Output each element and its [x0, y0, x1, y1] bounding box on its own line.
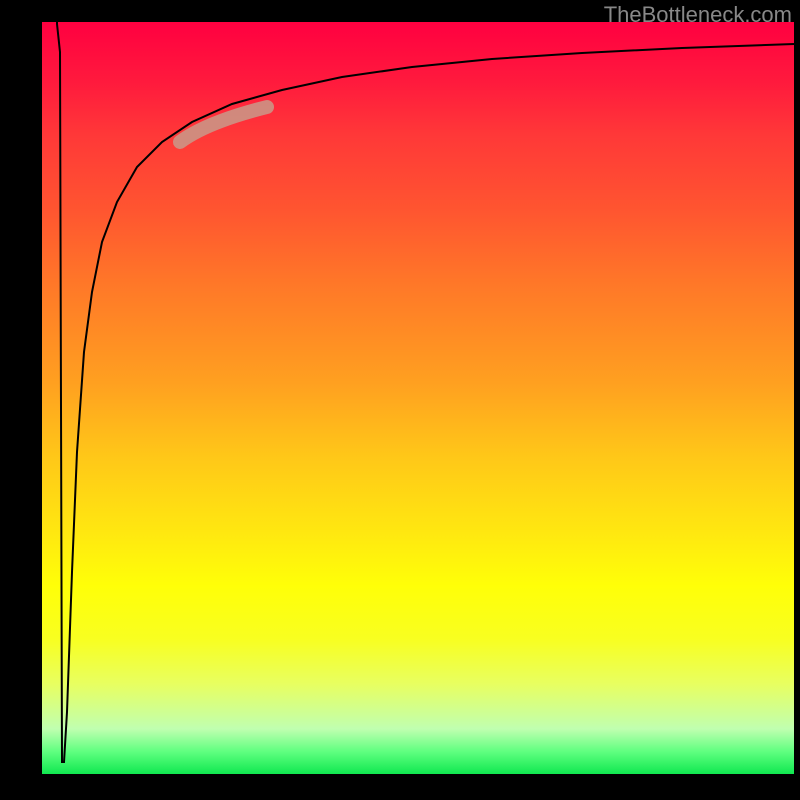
- highlight-segment: [180, 107, 267, 142]
- chart-bottom-border: [0, 774, 800, 800]
- chart-left-border: [0, 22, 42, 774]
- chart-right-border: [794, 0, 800, 800]
- curve-svg: [42, 22, 794, 774]
- watermark-text: TheBottleneck.com: [604, 2, 792, 28]
- plot-area: [42, 22, 794, 774]
- main-curve: [57, 22, 794, 762]
